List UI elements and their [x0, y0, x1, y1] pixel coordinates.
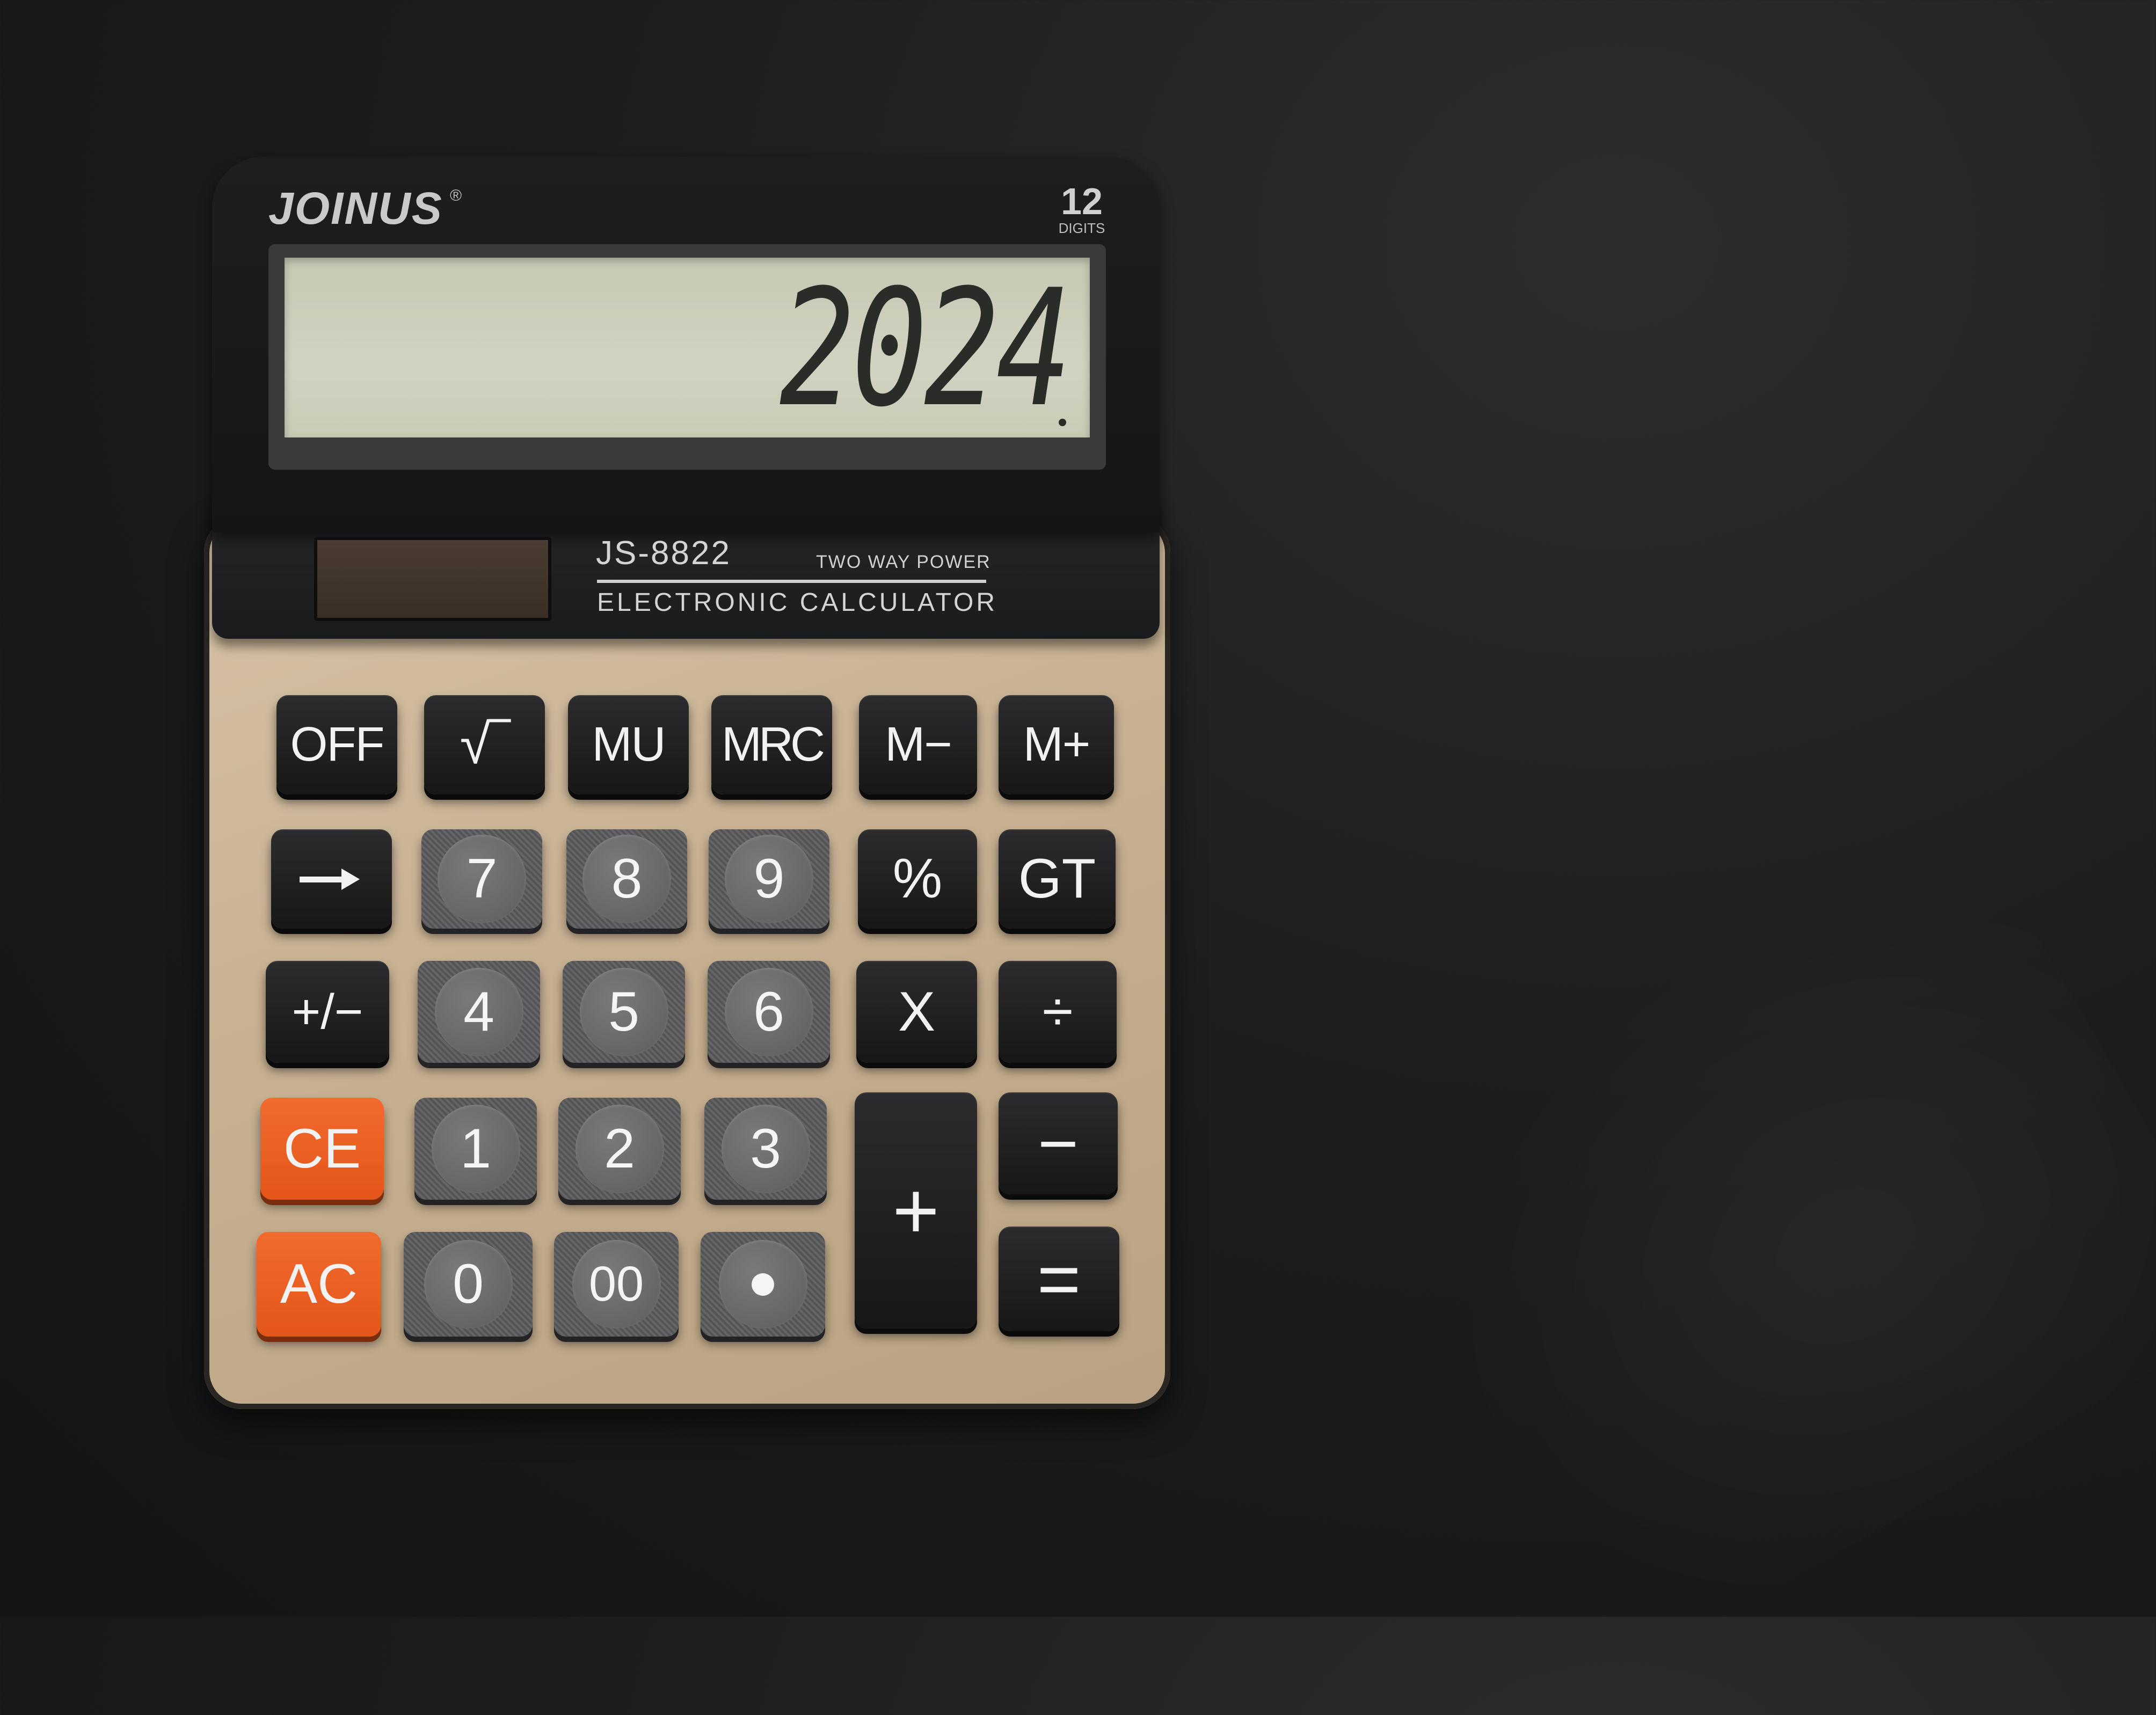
double-zero-label: 00 [588, 1257, 644, 1311]
minus-button[interactable]: − [999, 1092, 1118, 1194]
mu-label: MU [592, 718, 666, 771]
ce-label: CE [283, 1117, 361, 1180]
key-disc: 3 [721, 1104, 810, 1193]
memory-minus-button[interactable]: M− [859, 695, 977, 794]
power-label: TWO WAY POWER [816, 552, 991, 572]
ac-label: AC [280, 1253, 358, 1315]
memory-plus-button[interactable]: M+ [999, 695, 1114, 794]
square-root-button[interactable]: √‾ [424, 695, 545, 794]
digit-8-label: 8 [611, 848, 643, 910]
key-disc: 8 [582, 835, 671, 923]
digit-0-label: 0 [453, 1253, 484, 1315]
sign-toggle-button[interactable]: +/− [266, 961, 389, 1063]
key-disc: 2 [575, 1104, 664, 1193]
digit-0-button[interactable]: 0 [404, 1232, 533, 1337]
equals-label: = [1037, 1236, 1081, 1321]
surface-glare [1235, 754, 2156, 1715]
key-disc: 5 [579, 967, 668, 1056]
digit-9-label: 9 [753, 848, 785, 910]
percent-label: % [892, 848, 943, 910]
desk-surface: JOINUS ® 12 DIGITS 2024 JS-8822 TWO WAY … [0, 0, 2156, 1715]
digit-6-label: 6 [753, 980, 784, 1043]
brand-logo: JOINUS [268, 183, 443, 233]
digit-1-button[interactable]: 1 [414, 1098, 537, 1200]
multiply-label: X [898, 980, 936, 1043]
digit-2-button[interactable]: 2 [558, 1098, 681, 1200]
grand-total-button[interactable]: GT [999, 829, 1116, 929]
model-number: JS-8822 [596, 535, 731, 572]
digit-3-label: 3 [750, 1117, 781, 1180]
sqrt-label: √‾ [460, 713, 509, 776]
backspace-arrow-button[interactable] [271, 829, 392, 929]
digit-2-label: 2 [604, 1117, 635, 1180]
key-disc: 7 [438, 835, 526, 923]
memory-plus-label: M+ [1023, 718, 1091, 771]
digit-7-label: 7 [466, 848, 498, 910]
solar-cell-icon [314, 537, 551, 621]
digit-8-button[interactable]: 8 [566, 829, 687, 929]
digit-9-button[interactable]: 9 [709, 829, 829, 929]
label-divider [597, 580, 986, 583]
lcd-decimal-point [1059, 419, 1066, 426]
double-zero-button[interactable]: 00 [554, 1232, 679, 1337]
digit-1-label: 1 [460, 1117, 491, 1180]
key-disc: 9 [725, 835, 813, 923]
display-value: 2024 [779, 258, 1072, 437]
digit-3-button[interactable]: 3 [704, 1098, 827, 1200]
off-button[interactable]: OFF [276, 695, 397, 794]
plus-button[interactable]: + [855, 1092, 977, 1329]
digit-6-button[interactable]: 6 [708, 961, 830, 1063]
clear-entry-button[interactable]: CE [260, 1098, 384, 1200]
gt-label: GT [1018, 848, 1096, 910]
divide-label: ÷ [1042, 980, 1073, 1043]
all-clear-button[interactable]: AC [257, 1232, 381, 1337]
multiply-button[interactable]: X [856, 961, 977, 1063]
calculator-subtitle: ELECTRONIC CALCULATOR [597, 588, 998, 617]
off-label: OFF [290, 718, 385, 771]
plus-label: + [892, 1165, 939, 1256]
key-disc: 1 [431, 1104, 520, 1193]
registered-mark: ® [450, 187, 462, 205]
digit-4-label: 4 [463, 980, 494, 1043]
digits-count: 12 [1061, 180, 1103, 222]
decimal-point-button[interactable] [701, 1232, 825, 1337]
key-disc: 6 [724, 967, 813, 1056]
digit-5-button[interactable]: 5 [563, 961, 685, 1063]
digit-4-button[interactable]: 4 [418, 961, 540, 1063]
equals-button[interactable]: = [999, 1227, 1119, 1331]
divide-button[interactable]: ÷ [999, 961, 1117, 1063]
mrc-label: MRC [722, 718, 825, 771]
digits-label: DIGITS [1058, 220, 1105, 236]
minus-label: − [1038, 1104, 1079, 1183]
digit-7-button[interactable]: 7 [421, 829, 542, 929]
dot-icon [752, 1273, 774, 1296]
key-disc [718, 1240, 807, 1329]
mu-button[interactable]: MU [568, 695, 689, 794]
memory-minus-label: M− [885, 718, 952, 771]
lcd-display: 2024 [285, 258, 1090, 437]
key-disc: 00 [572, 1240, 661, 1329]
mrc-button[interactable]: MRC [711, 695, 832, 794]
digit-5-label: 5 [608, 980, 639, 1043]
key-disc: 4 [434, 967, 523, 1056]
right-arrow-icon [299, 868, 364, 890]
sign-toggle-label: +/− [292, 984, 363, 1039]
key-disc: 0 [424, 1240, 513, 1329]
percent-button[interactable]: % [858, 829, 977, 929]
